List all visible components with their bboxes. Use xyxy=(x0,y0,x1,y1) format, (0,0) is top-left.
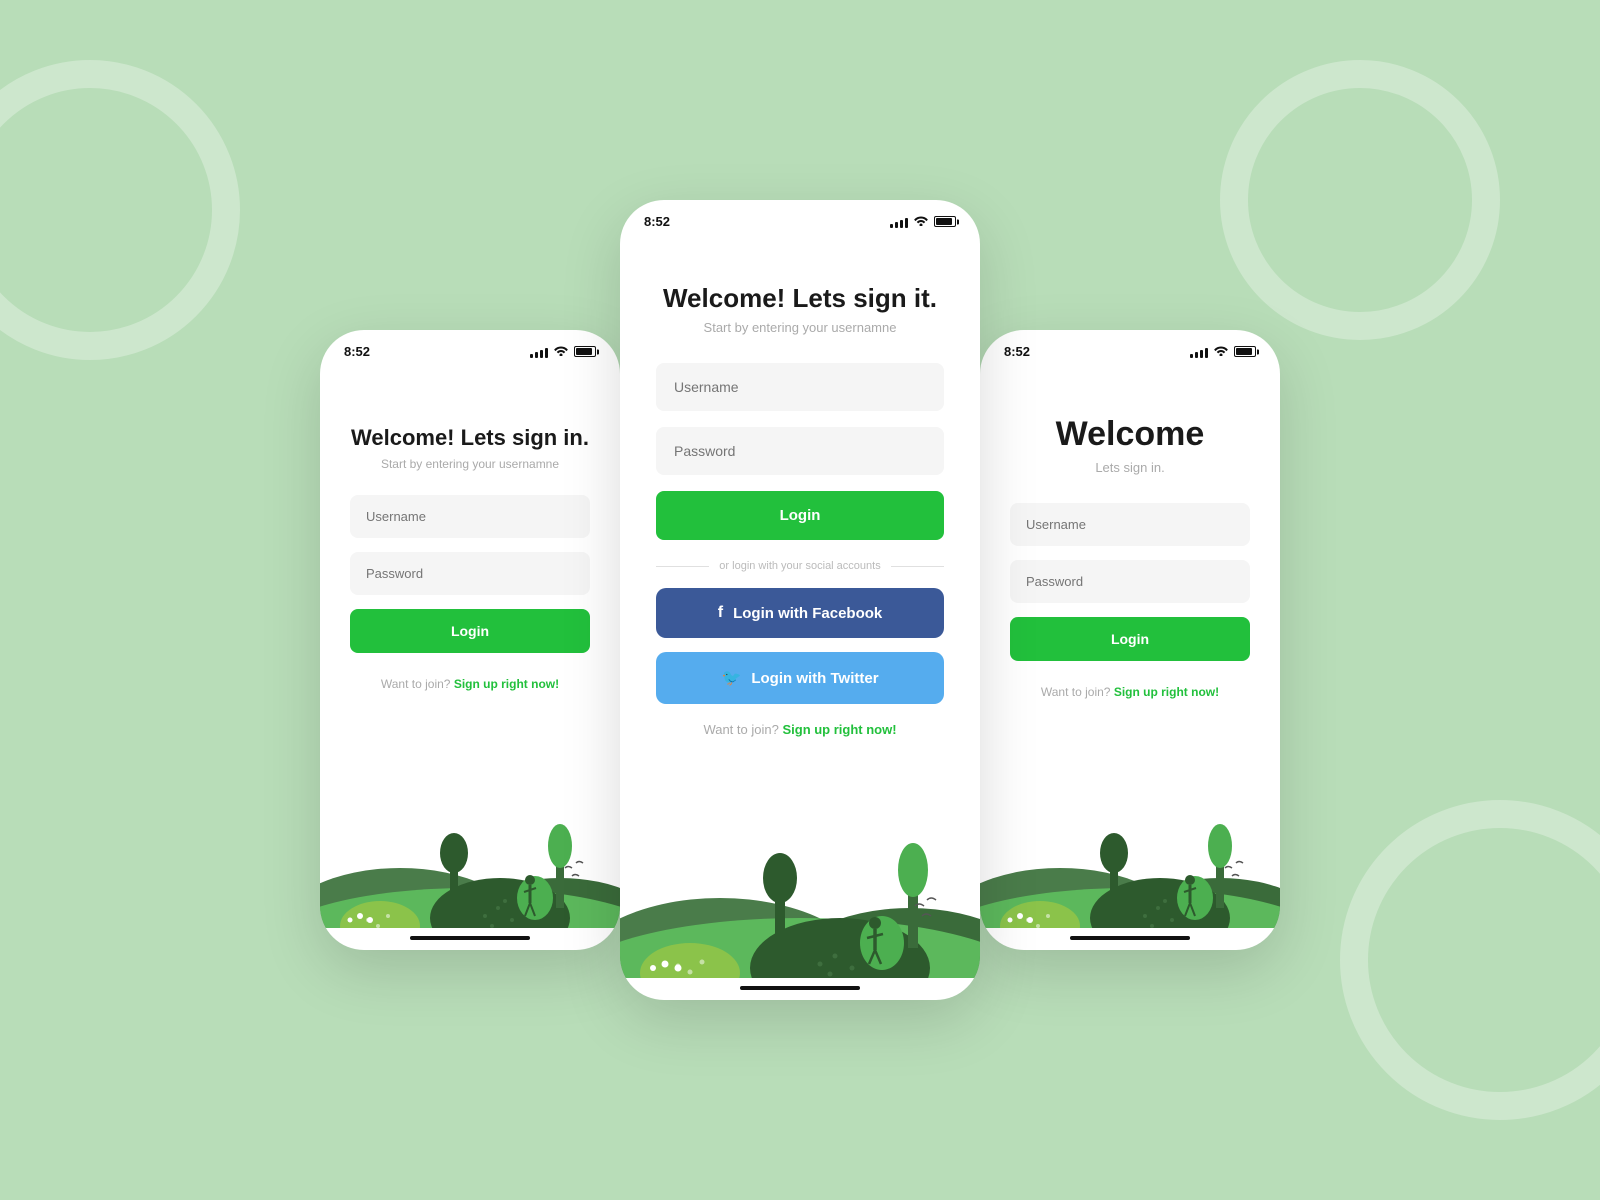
center-illustration xyxy=(620,778,980,978)
right-battery-icon xyxy=(1234,346,1256,357)
left-username-input[interactable] xyxy=(350,495,590,538)
phones-container: 8:52 Welcome! Lets sign in. Start by xyxy=(320,200,1280,1000)
center-wifi-icon xyxy=(914,214,928,229)
right-signal xyxy=(1190,346,1208,358)
twitter-button-label: Login with Twitter xyxy=(751,670,878,687)
right-status-icons xyxy=(1190,344,1256,359)
center-phone: 8:52 Welcome! Lets sign it. Start by xyxy=(620,200,980,1000)
center-twitter-button[interactable]: 🐦 Login with Twitter xyxy=(656,652,944,704)
center-divider: or login with your social accounts xyxy=(656,560,944,572)
center-status-bar: 8:52 xyxy=(620,200,980,235)
right-status-bar: 8:52 xyxy=(980,330,1280,365)
left-content: Welcome! Lets sign in. Start by entering… xyxy=(320,365,620,768)
right-password-input[interactable] xyxy=(1010,560,1250,603)
right-welcome-large: Welcome xyxy=(1010,415,1250,454)
center-home-indicator xyxy=(740,986,860,990)
center-login-button[interactable]: Login xyxy=(656,491,944,540)
bg-swirl-left xyxy=(0,60,240,360)
center-welcome-sub: Start by entering your usernamne xyxy=(656,320,944,335)
center-password-input[interactable] xyxy=(656,427,944,475)
facebook-icon: f xyxy=(718,604,723,622)
center-time: 8:52 xyxy=(644,214,670,229)
right-phone: 8:52 Welcome Lets sign in. xyxy=(980,330,1280,950)
left-login-button[interactable]: Login xyxy=(350,609,590,653)
left-signup-link[interactable]: Sign up right now! xyxy=(454,677,559,691)
right-username-input[interactable] xyxy=(1010,503,1250,546)
right-welcome-sub: Lets sign in. xyxy=(1010,460,1250,475)
center-status-icons xyxy=(890,214,956,229)
center-divider-text: or login with your social accounts xyxy=(719,560,880,572)
center-content: Welcome! Lets sign it. Start by entering… xyxy=(620,235,980,778)
right-signup-text: Want to join? Sign up right now! xyxy=(1010,685,1250,699)
center-signup-link[interactable]: Sign up right now! xyxy=(782,722,896,737)
left-home-indicator xyxy=(410,936,530,940)
bg-swirl-right2 xyxy=(1340,800,1600,1120)
left-wifi-icon xyxy=(554,344,568,359)
right-login-button[interactable]: Login xyxy=(1010,617,1250,661)
left-phone: 8:52 Welcome! Lets sign in. Start by xyxy=(320,330,620,950)
right-wifi-icon xyxy=(1214,344,1228,359)
left-signal xyxy=(530,346,548,358)
right-illustration xyxy=(980,768,1280,928)
center-welcome-title: Welcome! Lets sign it. xyxy=(656,283,944,314)
left-welcome-sub: Start by entering your usernamne xyxy=(350,457,590,471)
center-signup-text: Want to join? Sign up right now! xyxy=(656,722,944,737)
center-signal xyxy=(890,216,908,228)
right-time: 8:52 xyxy=(1004,344,1030,359)
left-signup-text: Want to join? Sign up right now! xyxy=(350,677,590,691)
left-password-input[interactable] xyxy=(350,552,590,595)
left-status-bar: 8:52 xyxy=(320,330,620,365)
right-signup-link[interactable]: Sign up right now! xyxy=(1114,685,1219,699)
center-facebook-button[interactable]: f Login with Facebook xyxy=(656,588,944,638)
left-illustration xyxy=(320,768,620,928)
right-content: Welcome Lets sign in. Login Want to join… xyxy=(980,365,1280,768)
facebook-button-label: Login with Facebook xyxy=(733,605,882,622)
left-welcome-title: Welcome! Lets sign in. xyxy=(350,425,590,451)
left-status-icons xyxy=(530,344,596,359)
left-battery-icon xyxy=(574,346,596,357)
center-username-input[interactable] xyxy=(656,363,944,411)
left-time: 8:52 xyxy=(344,344,370,359)
twitter-icon: 🐦 xyxy=(721,668,741,688)
right-home-indicator xyxy=(1070,936,1190,940)
center-battery-icon xyxy=(934,216,956,227)
